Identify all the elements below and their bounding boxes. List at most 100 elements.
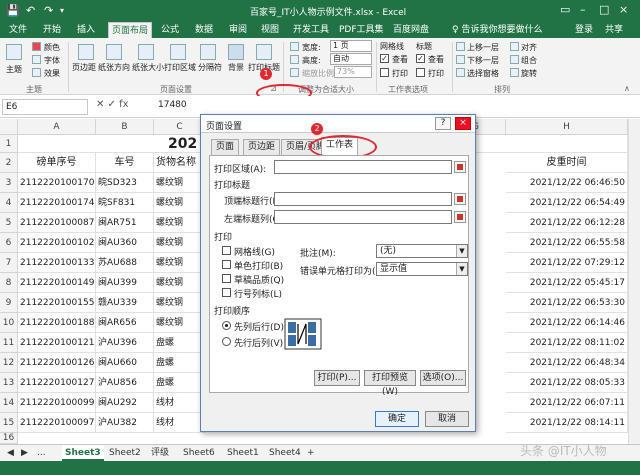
- cell-ticket-no[interactable]: 2112220100099: [18, 393, 96, 413]
- cell-tare-time[interactable]: 2021/12/22 08:05:33: [506, 373, 628, 393]
- top-rows-input[interactable]: [274, 192, 452, 206]
- align-label[interactable]: 对齐: [521, 42, 537, 53]
- cell-plate[interactable]: 苏AU688: [96, 253, 154, 273]
- redo-icon[interactable]: ↷: [44, 4, 53, 18]
- effects-icon[interactable]: [32, 68, 41, 77]
- background-icon[interactable]: [228, 44, 244, 60]
- sheet-more[interactable]: ...: [34, 445, 49, 461]
- row-header[interactable]: 10: [0, 313, 18, 333]
- tab-formulas[interactable]: 公式: [158, 22, 182, 38]
- row-header[interactable]: 9: [0, 293, 18, 313]
- themes-icon[interactable]: [6, 44, 22, 60]
- row-header[interactable]: 1: [0, 135, 18, 153]
- print-titles-icon[interactable]: [256, 44, 272, 60]
- ok-button[interactable]: 确定: [375, 411, 419, 427]
- row-header[interactable]: 2: [0, 153, 18, 173]
- sheet-tab-sheet6[interactable]: Sheet6: [180, 445, 218, 461]
- orientation-label[interactable]: 纸张方向: [98, 62, 130, 73]
- cell-ticket-no[interactable]: 2112220100126: [18, 353, 96, 373]
- send-backward-icon[interactable]: [456, 55, 465, 64]
- sheet-tab-sheet4[interactable]: Sheet4: [266, 445, 304, 461]
- cell-tare-time[interactable]: 2021/12/22 06:55:58: [506, 233, 628, 253]
- row-header[interactable]: 5: [0, 213, 18, 233]
- margins-label[interactable]: 页边距: [72, 62, 96, 73]
- tell-me-search[interactable]: ♀ 告诉我你想要做什么: [452, 22, 542, 38]
- ribbon-display-icon[interactable]: ▭: [560, 3, 570, 16]
- tab-review[interactable]: 审阅: [226, 22, 250, 38]
- tab-pdf-tools[interactable]: PDF工具集: [336, 22, 387, 38]
- cell-ticket-no[interactable]: 2112220100121: [18, 333, 96, 353]
- row-header[interactable]: 3: [0, 173, 18, 193]
- colors-label[interactable]: 颜色: [44, 42, 60, 53]
- height-dropdown[interactable]: 自动: [330, 53, 372, 65]
- column-header-c[interactable]: C: [154, 119, 206, 135]
- scale-stepper[interactable]: 73%: [334, 66, 372, 78]
- group-objects-icon[interactable]: [510, 55, 519, 64]
- cell-tare-time[interactable]: 2021/12/22 05:45:17: [506, 273, 628, 293]
- cell-goods[interactable]: 盘螺: [154, 353, 206, 373]
- selection-pane-label[interactable]: 选择窗格: [467, 68, 499, 79]
- cell-ticket-no[interactable]: 2112220100170: [18, 173, 96, 193]
- print-area-picker-icon[interactable]: [454, 161, 466, 173]
- tab-file[interactable]: 文件: [6, 22, 30, 38]
- cell-goods[interactable]: 螺纹钢: [154, 173, 206, 193]
- left-cols-input[interactable]: [274, 210, 452, 224]
- cell-tare-time[interactable]: 2021/12/22 06:12:28: [506, 213, 628, 233]
- dialog-tab-margins[interactable]: 页边距: [243, 139, 281, 155]
- header-cell-goods[interactable]: 货物名称: [154, 153, 206, 173]
- fonts-icon[interactable]: [32, 55, 41, 64]
- login-link[interactable]: 登录: [572, 22, 596, 38]
- cell-plate[interactable]: 沪AU856: [96, 373, 154, 393]
- sheet-tab-rating[interactable]: 评级: [148, 445, 172, 461]
- cell-plate[interactable]: 闽AR656: [96, 313, 154, 333]
- cell-goods[interactable]: 线材: [154, 393, 206, 413]
- cell-plate[interactable]: 赣AU339: [96, 293, 154, 313]
- cancel-button[interactable]: 取消: [425, 411, 469, 427]
- rotate-icon[interactable]: [510, 68, 519, 77]
- cell-tare-time[interactable]: 2021/12/22 06:14:46: [506, 313, 628, 333]
- cell-plate[interactable]: 闽AR751: [96, 213, 154, 233]
- tab-insert[interactable]: 插入: [74, 22, 98, 38]
- margins-icon[interactable]: [78, 44, 94, 60]
- column-header-h[interactable]: H: [506, 119, 628, 135]
- minimize-icon[interactable]: –: [580, 3, 586, 16]
- themes-label[interactable]: 主题: [6, 64, 22, 75]
- cell-tare-time[interactable]: 2021/12/22 07:29:12: [506, 253, 628, 273]
- tab-developer[interactable]: 开发工具: [290, 22, 332, 38]
- row-header[interactable]: 16: [0, 433, 18, 444]
- add-sheet-button[interactable]: +: [304, 445, 318, 461]
- help-button[interactable]: ?: [435, 117, 451, 130]
- sheet-tab-sheet2[interactable]: Sheet2: [106, 445, 144, 461]
- gridlines-print-checkbox[interactable]: [380, 68, 389, 77]
- tab-baidu-pan[interactable]: 百度网盘: [390, 22, 432, 38]
- cell-goods[interactable]: 螺纹钢: [154, 253, 206, 273]
- column-header-a[interactable]: A: [18, 119, 96, 135]
- gridlines-view-checkbox[interactable]: ✓: [380, 54, 389, 63]
- paper-size-icon[interactable]: [138, 44, 154, 60]
- name-box[interactable]: E6: [2, 99, 88, 115]
- row-header[interactable]: 14: [0, 393, 18, 413]
- cell-ticket-no[interactable]: 2112220100188: [18, 313, 96, 333]
- row-header[interactable]: 6: [0, 233, 18, 253]
- cell-tare-time[interactable]: 2021/12/22 06:53:30: [506, 293, 628, 313]
- print-area-input[interactable]: [274, 160, 452, 174]
- vertical-scrollbar[interactable]: [628, 119, 640, 444]
- sheet-tab-sheet3[interactable]: Sheet3: [62, 445, 104, 461]
- cell-goods[interactable]: 盘螺: [154, 373, 206, 393]
- breaks-icon[interactable]: [200, 44, 216, 60]
- cell-plate[interactable]: 闽AU399: [96, 273, 154, 293]
- row-header[interactable]: 4: [0, 193, 18, 213]
- dialog-close-button[interactable]: ×: [455, 117, 471, 130]
- header-cell-ticket-no[interactable]: 磅单序号: [18, 153, 96, 173]
- row-header[interactable]: 11: [0, 333, 18, 353]
- tab-data[interactable]: 数据: [192, 22, 216, 38]
- mono-checkbox[interactable]: [222, 260, 231, 269]
- cell-tare-time[interactable]: 2021/12/22 06:07:11: [506, 393, 628, 413]
- cell-goods[interactable]: 螺纹钢: [154, 233, 206, 253]
- print-area-label[interactable]: 打印区域: [164, 62, 196, 73]
- down-then-over-radio[interactable]: [222, 321, 231, 330]
- maximize-icon[interactable]: □: [599, 3, 609, 16]
- draft-checkbox[interactable]: [222, 274, 231, 283]
- selection-pane-icon[interactable]: [456, 68, 465, 77]
- bring-forward-icon[interactable]: [456, 42, 465, 51]
